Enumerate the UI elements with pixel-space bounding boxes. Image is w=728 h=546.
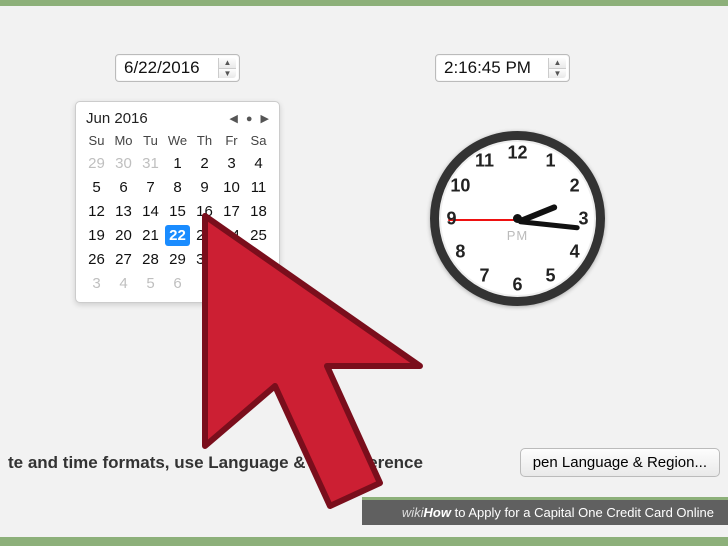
calendar-day[interactable]: 12 [84,201,109,222]
calendar-day[interactable]: 27 [111,249,136,270]
calendar-day[interactable]: 22 [165,225,190,246]
calendar-day[interactable]: 2 [246,249,271,270]
date-value: 6/22/2016 [124,58,200,77]
calendar-day[interactable]: 31 [138,153,163,174]
clock-number: 3 [573,208,595,229]
time-value: 2:16:45 PM [444,58,531,77]
chevron-down-icon[interactable]: ▼ [549,69,566,79]
watermark-banner: wikiHow to Apply for a Capital One Credi… [362,497,728,525]
calendar-day[interactable]: 4 [111,273,136,294]
brand-prefix: wiki [402,505,424,520]
calendar-dow: Fr [219,131,244,150]
clock-number: 10 [449,175,471,196]
banner-title: to Apply for a Capital One Credit Card O… [451,505,714,520]
calendar-dow: Th [192,131,217,150]
date-stepper[interactable]: ▲ ▼ [218,58,236,78]
calendar-today-icon[interactable]: ● [246,113,253,125]
clock-number: 7 [474,265,496,286]
calendar-day[interactable]: 14 [138,201,163,222]
calendar-dow: Mo [111,131,136,150]
time-stepper[interactable]: ▲ ▼ [548,58,566,78]
calendar-dow: Su [84,131,109,150]
chevron-up-icon[interactable]: ▲ [549,58,566,69]
calendar-day[interactable]: 17 [219,201,244,222]
calendar-day[interactable]: 30 [111,153,136,174]
calendar-day[interactable]: 5 [84,177,109,198]
time-input[interactable]: 2:16:45 PM ▲ ▼ [435,54,570,82]
open-language-region-button[interactable]: pen Language & Region... [520,448,720,477]
clock-number: 11 [474,151,496,172]
calendar-day[interactable]: 19 [84,225,109,246]
calendar-day[interactable]: 2 [192,153,217,174]
clock-ampm: PM [507,228,529,243]
calendar-day[interactable]: 16 [192,201,217,222]
calendar-day[interactable]: 26 [84,249,109,270]
calendar-dow: Sa [246,131,271,150]
calendar-day[interactable]: 28 [138,249,163,270]
calendar-day[interactable]: 24 [219,225,244,246]
calendar-prev-icon[interactable]: ◀ [229,112,237,125]
clock-number: 5 [540,265,562,286]
calendar-next-icon[interactable]: ▶ [261,112,269,125]
calendar-day[interactable]: 21 [138,225,163,246]
calendar-day[interactable]: 4 [246,153,271,174]
brand-bold: How [424,505,451,520]
calendar-day[interactable]: 3 [219,153,244,174]
clock-number: 1 [540,151,562,172]
calendar-day[interactable]: 6 [111,177,136,198]
calendar-day[interactable]: 3 [84,273,109,294]
calendar-day[interactable]: 1 [165,153,190,174]
calendar-day[interactable]: 30 [192,249,217,270]
calendar-day[interactable]: 23 [192,225,217,246]
calendar-day[interactable]: 1 [219,249,244,270]
calendar-popup: Jun 2016 ◀ ● ▶ SuMoTuWeThFrSa29303112345… [75,101,280,303]
calendar-dow: Tu [138,131,163,150]
hint-text-left: te and time formats, use Language & Re [8,453,332,473]
chevron-down-icon[interactable]: ▼ [219,69,236,79]
calendar-day[interactable]: 20 [111,225,136,246]
chevron-up-icon[interactable]: ▲ [219,58,236,69]
clock-center-pin [513,214,522,223]
calendar-day[interactable]: 8 [165,177,190,198]
clock-number: 2 [564,175,586,196]
calendar-day[interactable]: 11 [246,177,271,198]
calendar-day[interactable]: 29 [165,249,190,270]
calendar-day[interactable]: 18 [246,201,271,222]
clock-number: 8 [449,241,471,262]
analog-clock: PM 12 12 3 45678 9 1011 [430,131,605,306]
hint-row: te and time formats, use Language & Re p… [0,448,728,477]
clock-number: 4 [564,241,586,262]
calendar-day[interactable]: 10 [219,177,244,198]
hint-text-mid: preference [336,453,423,473]
calendar-day[interactable]: 5 [138,273,163,294]
clock-number: 6 [507,274,529,295]
calendar-month-label: Jun 2016 [86,110,148,127]
date-input[interactable]: 6/22/2016 ▲ ▼ [115,54,240,82]
calendar-dow: We [165,131,190,150]
clock-number: 12 [507,142,529,163]
calendar-day[interactable]: 15 [165,201,190,222]
clock-number: 9 [441,208,463,229]
calendar-day[interactable]: 13 [111,201,136,222]
calendar-day[interactable]: 9 [192,177,217,198]
calendar-day[interactable]: 29 [84,153,109,174]
calendar-day[interactable]: 7 [138,177,163,198]
calendar-day[interactable]: 25 [246,225,271,246]
calendar-day[interactable]: 6 [165,273,190,294]
